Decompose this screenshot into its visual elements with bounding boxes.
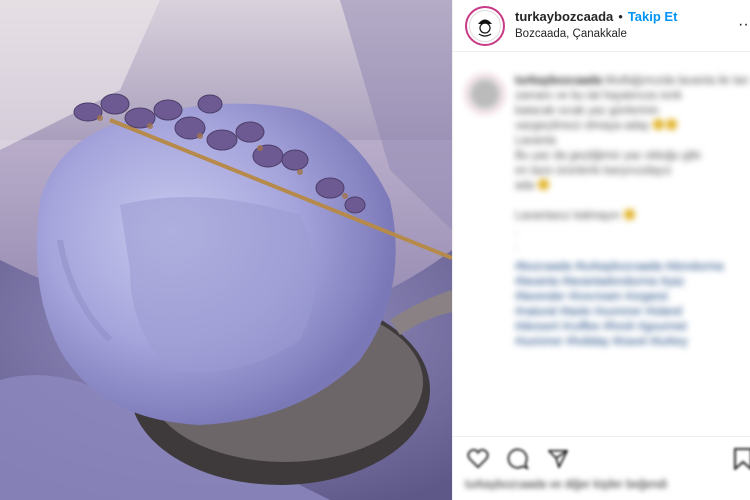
separator-dot: • [618, 9, 623, 25]
caption-line: en taze ürünlerle karşınızdayız [515, 165, 672, 177]
comment-icon[interactable] [505, 446, 531, 472]
caption-line: Mutfağımızda lavanta ile tanışma [605, 75, 750, 87]
caption-line: ada [515, 180, 535, 192]
hashtag-line[interactable]: #dessert #coffee #fresh #gourmet [515, 320, 750, 335]
username-link[interactable]: turkaybozcaada [515, 10, 613, 23]
caption-line: zamanı ve bu tat hayatınıza renk [515, 90, 682, 102]
instagram-post: turkaybozcaada • Takip Et Bozcaada, Çana… [0, 0, 750, 500]
caption-line: katacak sıcak yaz günlerinin [515, 105, 659, 117]
caption-text: turkaybozcaada Mutfağımızda lavanta ile … [515, 74, 750, 350]
post-sidebar: turkaybozcaada • Takip Et Bozcaada, Çana… [452, 0, 750, 500]
caption-line: Lavantasız kalmayın [515, 210, 620, 222]
hashtag-line[interactable]: #summer #holiday #travel #turkey [515, 335, 750, 350]
share-icon[interactable] [545, 446, 571, 472]
heart-icon[interactable] [465, 446, 491, 472]
caption-avatar[interactable] [465, 74, 505, 114]
emoji-icon [666, 119, 678, 130]
caption-row: turkaybozcaada Mutfağımızda lavanta ile … [465, 74, 750, 350]
comments-area: turkaybozcaada Mutfağımızda lavanta ile … [453, 62, 750, 434]
post-photo[interactable] [0, 0, 452, 500]
caption-line: . [515, 225, 519, 237]
more-options-icon[interactable]: ··· [738, 16, 750, 34]
caption-username[interactable]: turkaybozcaada [515, 75, 602, 87]
location-link[interactable]: Bozcaada, Çanakkale [515, 29, 677, 41]
caption-line: Bu yaz da geçtiğimiz yaz olduğu gibi [515, 150, 701, 162]
follow-button[interactable]: Takip Et [628, 10, 678, 23]
likes-text[interactable]: turkaybozcaada ve diğer kişiler beğendi [465, 479, 738, 491]
action-bar: turkaybozcaada ve diğer kişiler beğendi [453, 436, 750, 500]
brand-logo-icon [471, 11, 499, 40]
emoji-icon [624, 209, 636, 220]
post-header: turkaybozcaada • Takip Et Bozcaada, Çana… [453, 0, 750, 52]
emoji-icon [538, 179, 550, 190]
hashtag-list: #bozcaada #turkaybozcaada #dondurma #lav… [515, 260, 750, 350]
hashtag-line[interactable]: #bozcaada #turkaybozcaada #dondurma [515, 260, 750, 275]
profile-avatar[interactable] [465, 5, 505, 46]
caption-line: Lavanta [515, 135, 556, 147]
caption-line: vazgeçilmezi olmaya aday [515, 120, 650, 132]
emoji-icon [653, 119, 665, 130]
bookmark-icon[interactable] [730, 446, 750, 472]
caption-line: . [515, 240, 519, 252]
hashtag-line[interactable]: #lavender #icecream #organic [515, 290, 750, 305]
hashtag-line[interactable]: #natural #taste #summer #island [515, 305, 750, 320]
ice-cream-image [0, 0, 452, 500]
hashtag-line[interactable]: #lavanta #lavantadondurma #yaz [515, 275, 750, 290]
